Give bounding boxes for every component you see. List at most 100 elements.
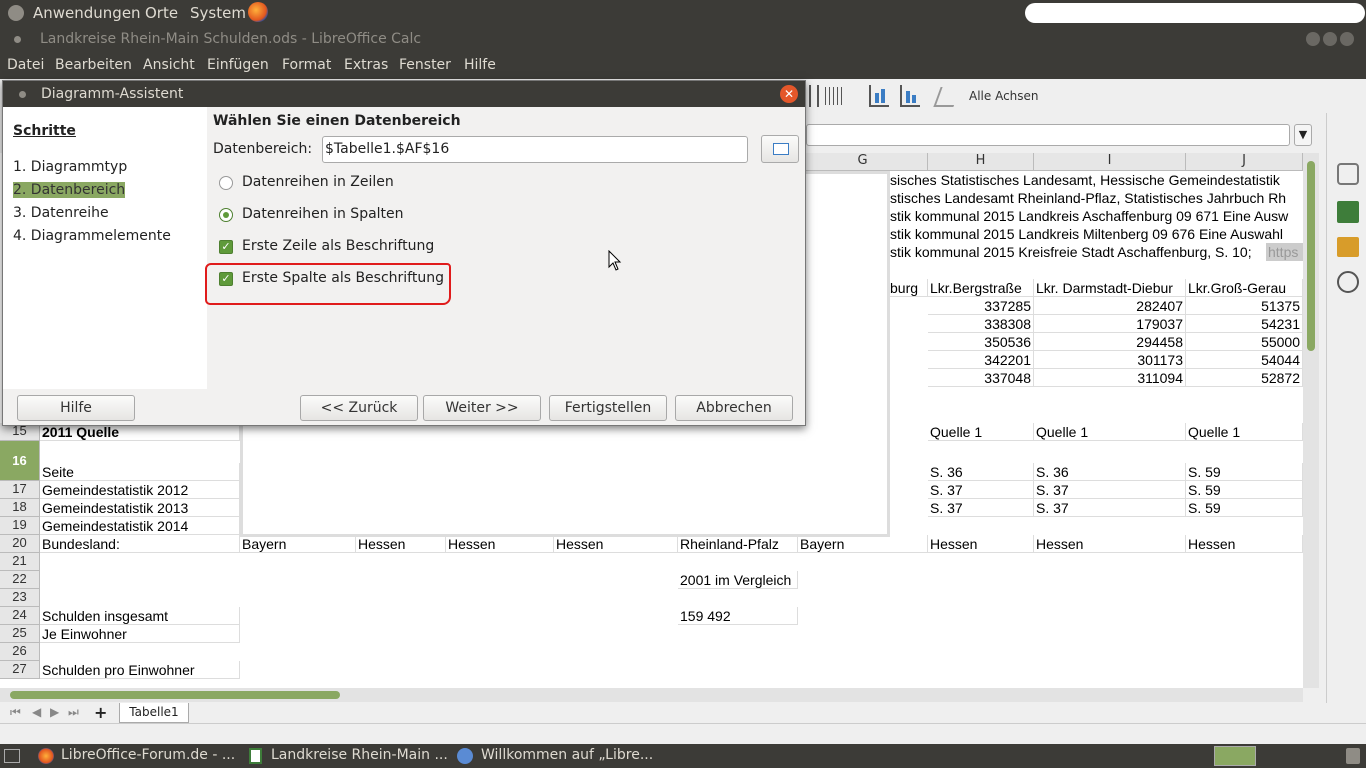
menu-bearbeiten[interactable]: Bearbeiten — [55, 57, 132, 73]
cell-h16[interactable]: S. 36 — [928, 463, 1034, 481]
cell-header-darmstadt[interactable]: Lkr. Darmstadt-Diebur — [1034, 279, 1186, 297]
cell-value[interactable]: 311094 — [1034, 369, 1186, 387]
formula-input[interactable] — [806, 124, 1290, 146]
cell-r5[interactable]: stik kommunal 2015 Kreisfreie Stadt Asch… — [888, 243, 1266, 261]
cell-header-burg[interactable]: burg — [888, 279, 928, 297]
cell-j17[interactable]: S. 59 — [1186, 481, 1303, 499]
properties-icon[interactable] — [1337, 163, 1359, 185]
cell-r1[interactable]: sisches Statistisches Landesamt, Hessisc… — [888, 171, 1303, 189]
cell-h17[interactable]: S. 37 — [928, 481, 1034, 499]
cell-a18[interactable]: Gemeindestatistik 2013 — [40, 499, 240, 517]
cell-i15[interactable]: Quelle 1 — [1034, 423, 1186, 441]
window-menu-icon[interactable] — [14, 36, 21, 43]
horizontal-scrollbar[interactable] — [0, 688, 1303, 702]
radio-rows-label[interactable]: Datenreihen in Zeilen — [242, 174, 394, 190]
row-header-25[interactable]: 25 — [0, 625, 40, 643]
menu-extras[interactable]: Extras — [344, 57, 388, 73]
step-datenbereich[interactable]: 2. Datenbereich — [13, 182, 126, 198]
menu-system[interactable]: System — [190, 4, 246, 22]
cell-value[interactable]: 342201 — [928, 351, 1034, 369]
row-header-23[interactable]: 23 — [0, 589, 40, 607]
cell-i18[interactable]: S. 37 — [1034, 499, 1186, 517]
cell-value[interactable]: 337285 — [928, 297, 1034, 315]
cell-r5-link[interactable]: https — [1266, 243, 1303, 261]
dialog-menu-icon[interactable] — [19, 91, 26, 98]
cell-a19[interactable]: Gemeindestatistik 2014 — [40, 517, 240, 535]
step-diagrammelemente[interactable]: 4. Diagrammelemente — [13, 228, 171, 244]
cell-a17[interactable]: Gemeindestatistik 2012 — [40, 481, 240, 499]
cell-value[interactable]: 337048 — [928, 369, 1034, 387]
cell-value[interactable]: 54044 — [1186, 351, 1303, 369]
gallery-icon[interactable] — [1337, 237, 1359, 257]
cell-f22[interactable]: 2001 im Vergleich — [678, 571, 798, 589]
cell-header-gross-gerau[interactable]: Lkr.Groß-Gerau — [1186, 279, 1303, 297]
cell-a24[interactable]: Schulden insgesamt — [40, 607, 240, 625]
all-axes-label[interactable]: Alle Achsen — [969, 89, 1039, 103]
cell-h18[interactable]: S. 37 — [928, 499, 1034, 517]
minimize-icon[interactable] — [1306, 32, 1320, 46]
cell-header-bergstrasse[interactable]: Lkr.Bergstraße — [928, 279, 1034, 297]
column-header-i[interactable]: I — [1034, 153, 1186, 171]
ubuntu-logo-icon[interactable] — [8, 5, 24, 21]
cell-value[interactable]: 179037 — [1034, 315, 1186, 333]
cell-a27[interactable]: Schulden pro Einwohner — [40, 661, 240, 679]
cell-a25[interactable]: Je Einwohner — [40, 625, 240, 643]
cell-value[interactable]: 51375 — [1186, 297, 1303, 315]
column-header-h[interactable]: H — [928, 153, 1034, 171]
radio-rows[interactable] — [219, 176, 233, 190]
row-header-18[interactable]: 18 — [0, 499, 40, 517]
back-button[interactable]: << Zurück — [300, 395, 418, 421]
cell-value[interactable]: 54231 — [1186, 315, 1303, 333]
cell-a20[interactable]: Bundesland: — [40, 535, 240, 553]
menu-places[interactable]: Orte — [145, 4, 178, 22]
menu-hilfe[interactable]: Hilfe — [464, 57, 496, 73]
grid-horizontal-icon[interactable] — [809, 85, 819, 107]
all-axes-icon[interactable] — [933, 87, 961, 107]
expand-formula-icon[interactable]: ▼ — [1294, 124, 1312, 146]
cell-value[interactable]: 301173 — [1034, 351, 1186, 369]
vertical-scrollbar-thumb[interactable] — [1307, 161, 1315, 351]
menu-format[interactable]: Format — [282, 57, 331, 73]
finish-button[interactable]: Fertigstellen — [549, 395, 667, 421]
navigator-icon[interactable] — [1337, 271, 1359, 293]
cell-h20[interactable]: Hessen — [928, 535, 1034, 553]
x-axis-icon[interactable] — [869, 85, 889, 107]
cell-value[interactable]: 282407 — [1034, 297, 1186, 315]
grid-vertical-icon[interactable] — [825, 87, 845, 105]
menu-datei[interactable]: Datei — [7, 57, 44, 73]
trash-icon[interactable] — [1346, 748, 1360, 764]
cell-r2[interactable]: stisches Landesamt Rheinland-Pflaz, Stat… — [888, 189, 1303, 207]
vertical-scrollbar[interactable] — [1303, 153, 1319, 688]
cell-j18[interactable]: S. 59 — [1186, 499, 1303, 517]
select-range-button[interactable] — [761, 135, 799, 163]
first-sheet-icon[interactable]: ⏮ — [10, 705, 21, 720]
help-button[interactable]: Hilfe — [17, 395, 135, 421]
maximize-icon[interactable] — [1323, 32, 1337, 46]
cancel-button[interactable]: Abbrechen — [675, 395, 793, 421]
styles-icon[interactable] — [1337, 201, 1359, 223]
range-input[interactable]: $Tabelle1.$AF$16 — [322, 136, 748, 163]
cell-value[interactable]: 52872 — [1186, 369, 1303, 387]
row-header-22[interactable]: 22 — [0, 571, 40, 589]
checkbox-first-row[interactable]: ✓ — [219, 240, 233, 254]
add-sheet-icon[interactable]: + — [94, 703, 107, 722]
menu-einfuegen[interactable]: Einfügen — [207, 57, 269, 73]
cell-j15[interactable]: Quelle 1 — [1186, 423, 1303, 441]
cell-a16[interactable]: Seite — [40, 463, 240, 481]
task-firefox[interactable]: LibreOffice-Forum.de - ... — [61, 747, 235, 763]
row-header-16[interactable]: 16 — [0, 441, 40, 481]
sheet-tab-tabelle1[interactable]: Tabelle1 — [119, 703, 189, 723]
close-icon[interactable] — [1340, 32, 1354, 46]
cell-f24[interactable]: 159 492 — [678, 607, 798, 625]
row-header-26[interactable]: 26 — [0, 643, 40, 661]
row-header-19[interactable]: 19 — [0, 517, 40, 535]
cell-value[interactable]: 338308 — [928, 315, 1034, 333]
prev-sheet-icon[interactable]: ◀ — [32, 705, 41, 719]
row-header-17[interactable]: 17 — [0, 481, 40, 499]
dialog-close-icon[interactable]: ✕ — [780, 85, 798, 103]
cell-value[interactable]: 350536 — [928, 333, 1034, 351]
row-header-27[interactable]: 27 — [0, 661, 40, 679]
cell-value[interactable]: 55000 — [1186, 333, 1303, 351]
checkbox-first-row-label[interactable]: Erste Zeile als Beschriftung — [242, 238, 434, 254]
radio-columns-label[interactable]: Datenreihen in Spalten — [242, 206, 404, 222]
